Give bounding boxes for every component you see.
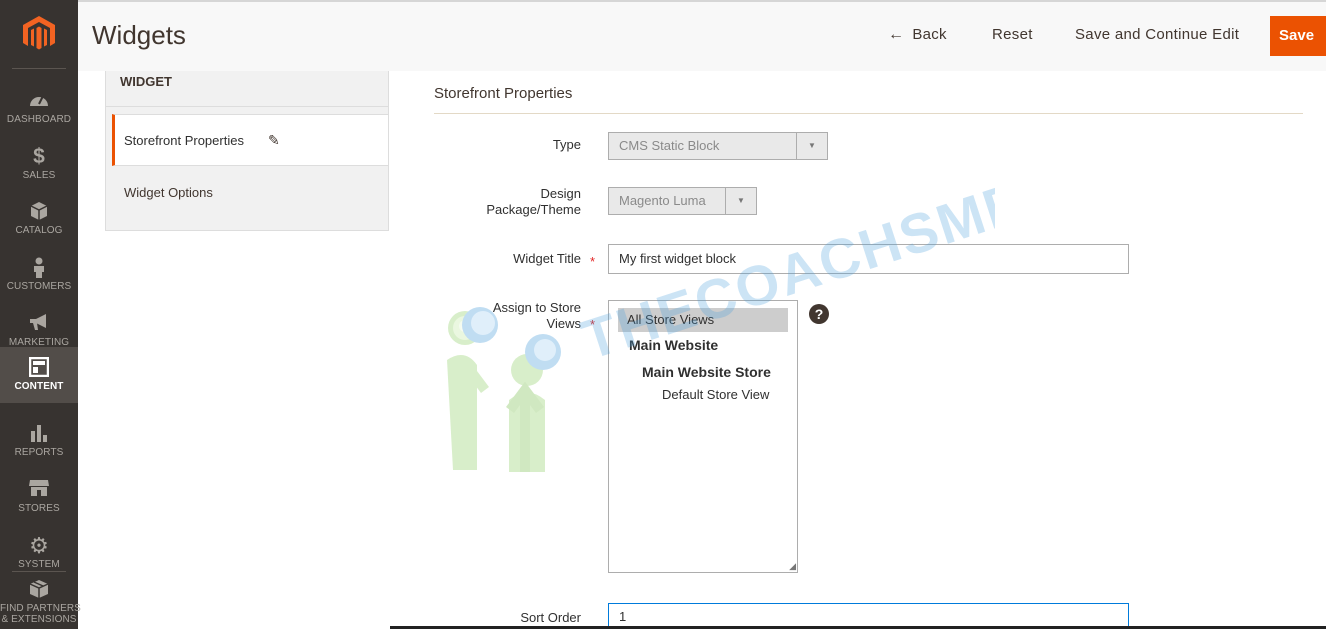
nav-catalog-label: CATALOG: [15, 225, 63, 236]
nav-reports-label: REPORTS: [14, 447, 64, 458]
nav-sales-label: SALES: [22, 170, 56, 181]
tab-storefront-properties[interactable]: Storefront Properties ✎: [112, 114, 388, 166]
design-theme-select[interactable]: Magento Luma ▼: [608, 187, 757, 215]
arrow-left-icon: ←: [888, 26, 905, 43]
dashboard-icon: [0, 90, 78, 112]
widget-tabs-panel: WIDGET Storefront Properties ✎ Widget Op…: [105, 71, 389, 231]
nav-content[interactable]: CONTENT: [0, 347, 78, 403]
store-views-label-1: Assign to Store: [492, 300, 581, 315]
magento-logo[interactable]: [0, 0, 78, 68]
sidebar-divider: [12, 68, 66, 69]
design-theme-select-value: Magento Luma: [619, 193, 706, 208]
back-button[interactable]: ← Back: [888, 26, 947, 44]
required-asterisk: *: [590, 317, 596, 332]
admin-sidebar: DASHBOARD $ SALES CATALOG CUSTOMERS MARK…: [0, 0, 81, 629]
page-header: Widgets ← Back Reset Save and Continue Ed…: [78, 0, 1326, 71]
store-option: Main Website Store: [642, 364, 771, 380]
store-option[interactable]: Default Store View: [662, 387, 769, 402]
nav-sales[interactable]: $ SALES: [0, 136, 78, 192]
store-views-label-2: Views: [546, 316, 581, 331]
person-icon: [0, 257, 78, 279]
store-option: Main Website: [629, 337, 719, 353]
nav-stores[interactable]: STORES: [0, 469, 78, 525]
gear-icon: ⚙: [29, 533, 49, 558]
nav-customers-label: CUSTOMERS: [6, 281, 72, 292]
cube-icon: [0, 201, 78, 223]
tab-widget-options[interactable]: Widget Options: [124, 185, 213, 200]
chevron-down-icon: ▼: [725, 188, 756, 214]
bar-chart-icon: [0, 423, 78, 445]
store-views-multiselect[interactable]: All Store Views Main Website Main Websit…: [608, 300, 798, 573]
pencil-icon: ✎: [268, 132, 280, 148]
store-option[interactable]: All Store Views: [627, 312, 714, 327]
section-title: Storefront Properties: [434, 85, 573, 102]
nav-reports[interactable]: REPORTS: [0, 413, 78, 469]
section-divider: [434, 113, 1303, 114]
resize-handle-icon[interactable]: ◢: [789, 562, 796, 571]
nav-find-partners-label: FIND PARTNERS & EXTENSIONS: [0, 603, 81, 625]
nav-system-label: SYSTEM: [18, 559, 60, 570]
box-icon: [0, 579, 78, 601]
reset-button[interactable]: Reset: [992, 26, 1033, 43]
nav-find-partners-label-2: & EXTENSIONS: [1, 614, 77, 625]
layout-icon: [0, 356, 78, 379]
widget-title-label: Widget Title: [513, 251, 581, 266]
design-theme-label-1: Design: [540, 186, 581, 201]
nav-find-partners[interactable]: FIND PARTNERS & EXTENSIONS: [0, 571, 81, 629]
sort-order-label: Sort Order: [520, 610, 581, 625]
save-button[interactable]: Save: [1270, 16, 1326, 56]
type-select[interactable]: CMS Static Block ▼: [608, 132, 828, 160]
tab-storefront-properties-label: Storefront Properties: [124, 133, 244, 148]
type-select-value: CMS Static Block: [619, 138, 720, 153]
design-theme-label-2: Package/Theme: [486, 202, 581, 217]
back-label: Back: [912, 26, 947, 43]
nav-catalog[interactable]: CATALOG: [0, 191, 78, 247]
nav-stores-label: STORES: [18, 503, 60, 514]
tabs-heading: WIDGET: [106, 71, 388, 107]
tabs-heading-label: WIDGET: [120, 74, 172, 89]
widget-title-input[interactable]: My first widget block: [608, 244, 1129, 274]
store-views-label: Assign to Store Views: [401, 300, 581, 332]
design-theme-label: Design Package/Theme: [401, 186, 581, 218]
nav-customers[interactable]: CUSTOMERS: [0, 247, 78, 303]
help-icon[interactable]: ?: [809, 304, 829, 324]
type-label: Type: [552, 137, 581, 152]
store-icon: [0, 479, 78, 501]
nav-dashboard[interactable]: DASHBOARD: [0, 80, 78, 136]
megaphone-icon: [0, 313, 78, 335]
page-title: Widgets: [92, 20, 186, 50]
chevron-down-icon: ▼: [796, 133, 827, 159]
required-asterisk: *: [590, 254, 596, 269]
nav-find-partners-label-1: FIND PARTNERS: [0, 603, 81, 614]
nav-dashboard-label: DASHBOARD: [6, 114, 72, 125]
save-and-continue-button[interactable]: Save and Continue Edit: [1075, 26, 1239, 43]
nav-content-label: CONTENT: [14, 381, 64, 392]
dollar-icon: $: [33, 145, 45, 168]
